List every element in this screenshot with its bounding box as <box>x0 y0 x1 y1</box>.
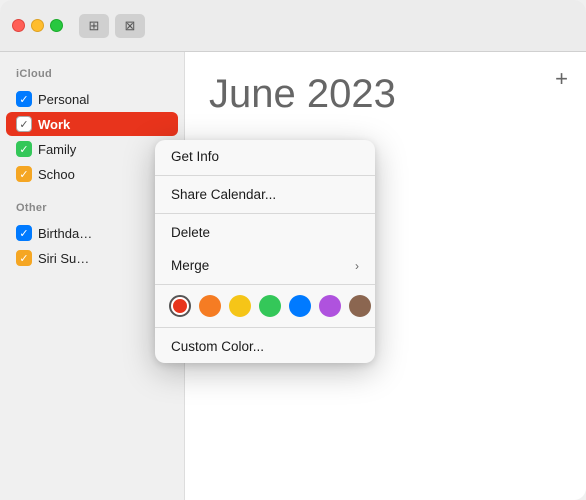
share-calendar-menu-item[interactable]: Share Calendar... <box>155 178 375 211</box>
share-calendar-label: Share Calendar... <box>171 187 276 202</box>
family-label: Family <box>38 142 76 157</box>
personal-label: Personal <box>38 92 89 107</box>
app-window: ⊞ ⊠ iCloud ✓ Personal ✓ Work ✓ Family <box>0 0 586 500</box>
delete-menu-item[interactable]: Delete <box>155 216 375 249</box>
menu-divider-1 <box>155 175 375 176</box>
add-event-button[interactable]: + <box>555 66 568 92</box>
sidebar-item-work[interactable]: ✓ Work <box>6 112 178 136</box>
get-info-label: Get Info <box>171 149 219 164</box>
year-number: 2023 <box>307 72 396 116</box>
color-swatches-container <box>155 287 375 325</box>
merge-menu-item[interactable]: Merge › <box>155 249 375 282</box>
month-title: June 2023 <box>209 72 562 116</box>
sidebar-item-birthdays[interactable]: ✓ Birthda… <box>6 221 178 245</box>
birthdays-label: Birthda… <box>38 226 92 241</box>
icloud-section-label: iCloud <box>0 64 184 86</box>
color-swatch-orange[interactable] <box>199 295 221 317</box>
toolbar-icons: ⊞ ⊠ <box>79 14 145 38</box>
context-menu: Get Info Share Calendar... Delete Merge … <box>155 140 375 363</box>
birthdays-checkbox[interactable]: ✓ <box>16 225 32 241</box>
menu-divider-4 <box>155 327 375 328</box>
color-swatch-green[interactable] <box>259 295 281 317</box>
delete-label: Delete <box>171 225 210 240</box>
school-label: Schoo <box>38 167 75 182</box>
traffic-lights <box>12 19 63 32</box>
merge-label: Merge <box>171 258 209 273</box>
siri-checkbox[interactable]: ✓ <box>16 250 32 266</box>
family-checkbox[interactable]: ✓ <box>16 141 32 157</box>
color-swatch-blue[interactable] <box>289 295 311 317</box>
menu-divider-2 <box>155 213 375 214</box>
sidebar-item-school[interactable]: ✓ Schoo <box>6 162 178 186</box>
custom-color-label: Custom Color... <box>171 339 264 354</box>
calendar-grid-icon[interactable]: ⊞ <box>79 14 109 38</box>
personal-checkbox[interactable]: ✓ <box>16 91 32 107</box>
title-bar: ⊞ ⊠ <box>0 0 586 52</box>
color-swatch-yellow[interactable] <box>229 295 251 317</box>
month-name: June <box>209 72 296 116</box>
maximize-button[interactable] <box>50 19 63 32</box>
school-checkbox[interactable]: ✓ <box>16 166 32 182</box>
work-checkbox[interactable]: ✓ <box>16 116 32 132</box>
menu-divider-3 <box>155 284 375 285</box>
minimize-button[interactable] <box>31 19 44 32</box>
custom-color-menu-item[interactable]: Custom Color... <box>155 330 375 363</box>
work-label: Work <box>38 117 70 132</box>
close-button[interactable] <box>12 19 25 32</box>
color-swatch-purple[interactable] <box>319 295 341 317</box>
get-info-menu-item[interactable]: Get Info <box>155 140 375 173</box>
sidebar-item-personal[interactable]: ✓ Personal <box>6 87 178 111</box>
siri-label: Siri Su… <box>38 251 89 266</box>
color-swatch-brown[interactable] <box>349 295 371 317</box>
inbox-icon[interactable]: ⊠ <box>115 14 145 38</box>
chevron-right-icon: › <box>355 259 359 273</box>
sidebar-item-siri[interactable]: ✓ Siri Su… <box>6 246 178 270</box>
sidebar-item-family[interactable]: ✓ Family <box>6 137 178 161</box>
color-swatch-red[interactable] <box>169 295 191 317</box>
